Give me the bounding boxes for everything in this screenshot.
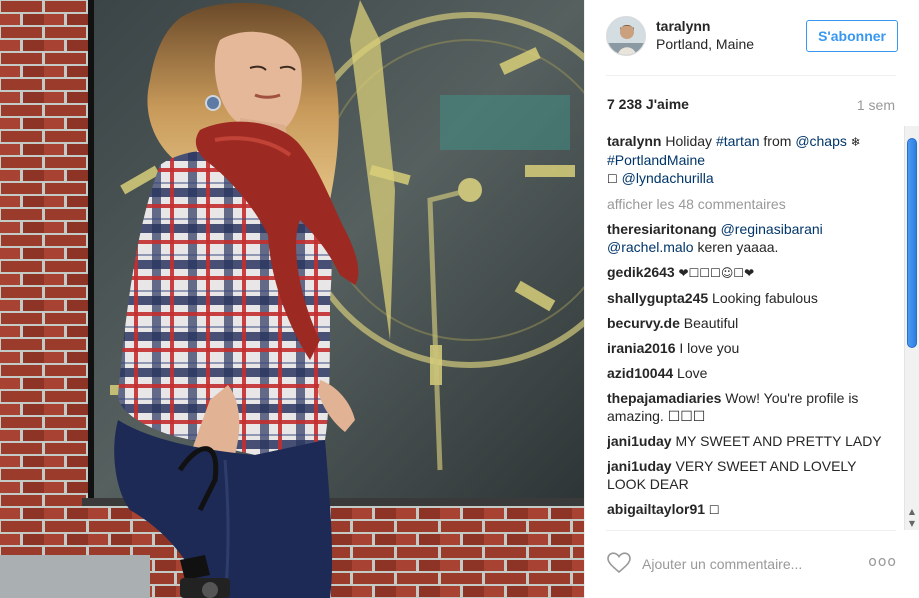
footer-divider — [606, 530, 896, 531]
avatar-image — [607, 17, 645, 55]
post-timestamp[interactable]: 1 sem — [857, 97, 895, 113]
scroll-down-arrow-icon[interactable]: ▼ — [905, 518, 919, 530]
mention-chaps[interactable]: @chaps — [795, 133, 847, 149]
comment-username[interactable]: becurvy.de — [607, 315, 680, 331]
follow-button[interactable]: S'abonner — [806, 20, 898, 52]
heart-outline-icon[interactable] — [607, 552, 633, 576]
mention-lyndachurilla[interactable]: @lyndachurilla — [618, 170, 714, 186]
comment-username[interactable]: theresiaritonang — [607, 221, 717, 237]
user-block: taralynn Portland, Maine — [656, 17, 754, 53]
comment-field[interactable] — [642, 552, 832, 576]
post-photo-art — [0, 0, 584, 598]
list-item: azid10044 Love — [607, 364, 883, 382]
comment-text: ❤☐☐☐☺☐❤ — [674, 266, 755, 280]
hashtag-portlandmaine[interactable]: #PortlandMaine — [607, 152, 705, 168]
list-item: jani1uday VERY SWEET AND LOVELY LOOK DEA… — [607, 457, 883, 493]
caption-username[interactable]: taralynn — [607, 133, 661, 149]
comment-text: Beautiful — [679, 315, 739, 331]
comment-username[interactable]: jani1uday — [607, 433, 672, 449]
list-item: becurvy.de Beautiful — [607, 314, 883, 332]
post-photo[interactable] — [0, 0, 584, 598]
comment-username[interactable]: thepajamadiaries — [607, 390, 721, 406]
header-divider — [606, 75, 896, 76]
avatar[interactable] — [606, 16, 646, 56]
likes-count[interactable]: 7 238 J'aime — [607, 96, 689, 112]
emoji-glyph: ☐ — [607, 172, 618, 186]
comment-text: MY SWEET AND PRETTY LADY — [671, 433, 882, 449]
comment-mention[interactable]: @rachel.malo — [607, 239, 694, 255]
caption: taralynn Holiday #tartan from @chaps ❄ #… — [607, 132, 883, 188]
scroll-up-arrow-icon[interactable]: ▲ — [905, 506, 919, 518]
comment-username[interactable]: shallygupta245 — [607, 290, 708, 306]
list-item: shallygupta245 Looking fabulous — [607, 289, 883, 307]
post-header: taralynn Portland, Maine S'abonner — [606, 16, 898, 58]
comment-username[interactable]: azid10044 — [607, 365, 673, 381]
post-location[interactable]: Portland, Maine — [656, 35, 754, 53]
list-item: abigailtaylor91 ☐ — [607, 500, 883, 519]
comment-text: keren yaaaa. — [693, 239, 779, 255]
comment-username[interactable]: gedik2643 — [607, 264, 675, 280]
list-item: gedik2643 ❤☐☐☐☺☐❤ — [607, 263, 883, 282]
list-item: theresiaritonang @reginasibarani @rachel… — [607, 220, 883, 256]
comment-text: ☐ — [705, 503, 720, 517]
comment-username[interactable]: irania2016 — [607, 340, 676, 356]
comment-text: I love you — [675, 340, 740, 356]
comment-text: Love — [673, 365, 708, 381]
comment-username[interactable]: abigailtaylor91 — [607, 501, 705, 517]
like-heart-shape — [607, 552, 631, 574]
post-username[interactable]: taralynn — [656, 17, 754, 35]
load-more-comments[interactable]: afficher les 48 commentaires — [607, 195, 883, 213]
comment-text: Looking fabulous — [708, 290, 818, 306]
list-item: irania2016 I love you — [607, 339, 883, 357]
comment-mention[interactable]: @reginasibarani — [721, 221, 823, 237]
list-item: thepajamadiaries Wow! You're profile is … — [607, 389, 883, 425]
comment-username[interactable]: jani1uday — [607, 458, 672, 474]
caption-text: Holiday — [661, 133, 716, 149]
comments-scrollbar[interactable]: ▲ ▼ — [904, 126, 919, 530]
hashtag-tartan[interactable]: #tartan — [716, 133, 760, 149]
snowflake-emoji: ❄ — [846, 135, 861, 149]
list-item: jani1uday MY SWEET AND PRETTY LADY — [607, 432, 883, 450]
comments-list: taralynn Holiday #tartan from @chaps ❄ #… — [607, 132, 883, 530]
more-options-icon[interactable]: ooo — [868, 554, 897, 570]
scrollbar-thumb[interactable] — [907, 138, 917, 348]
caption-text: from — [759, 133, 796, 149]
